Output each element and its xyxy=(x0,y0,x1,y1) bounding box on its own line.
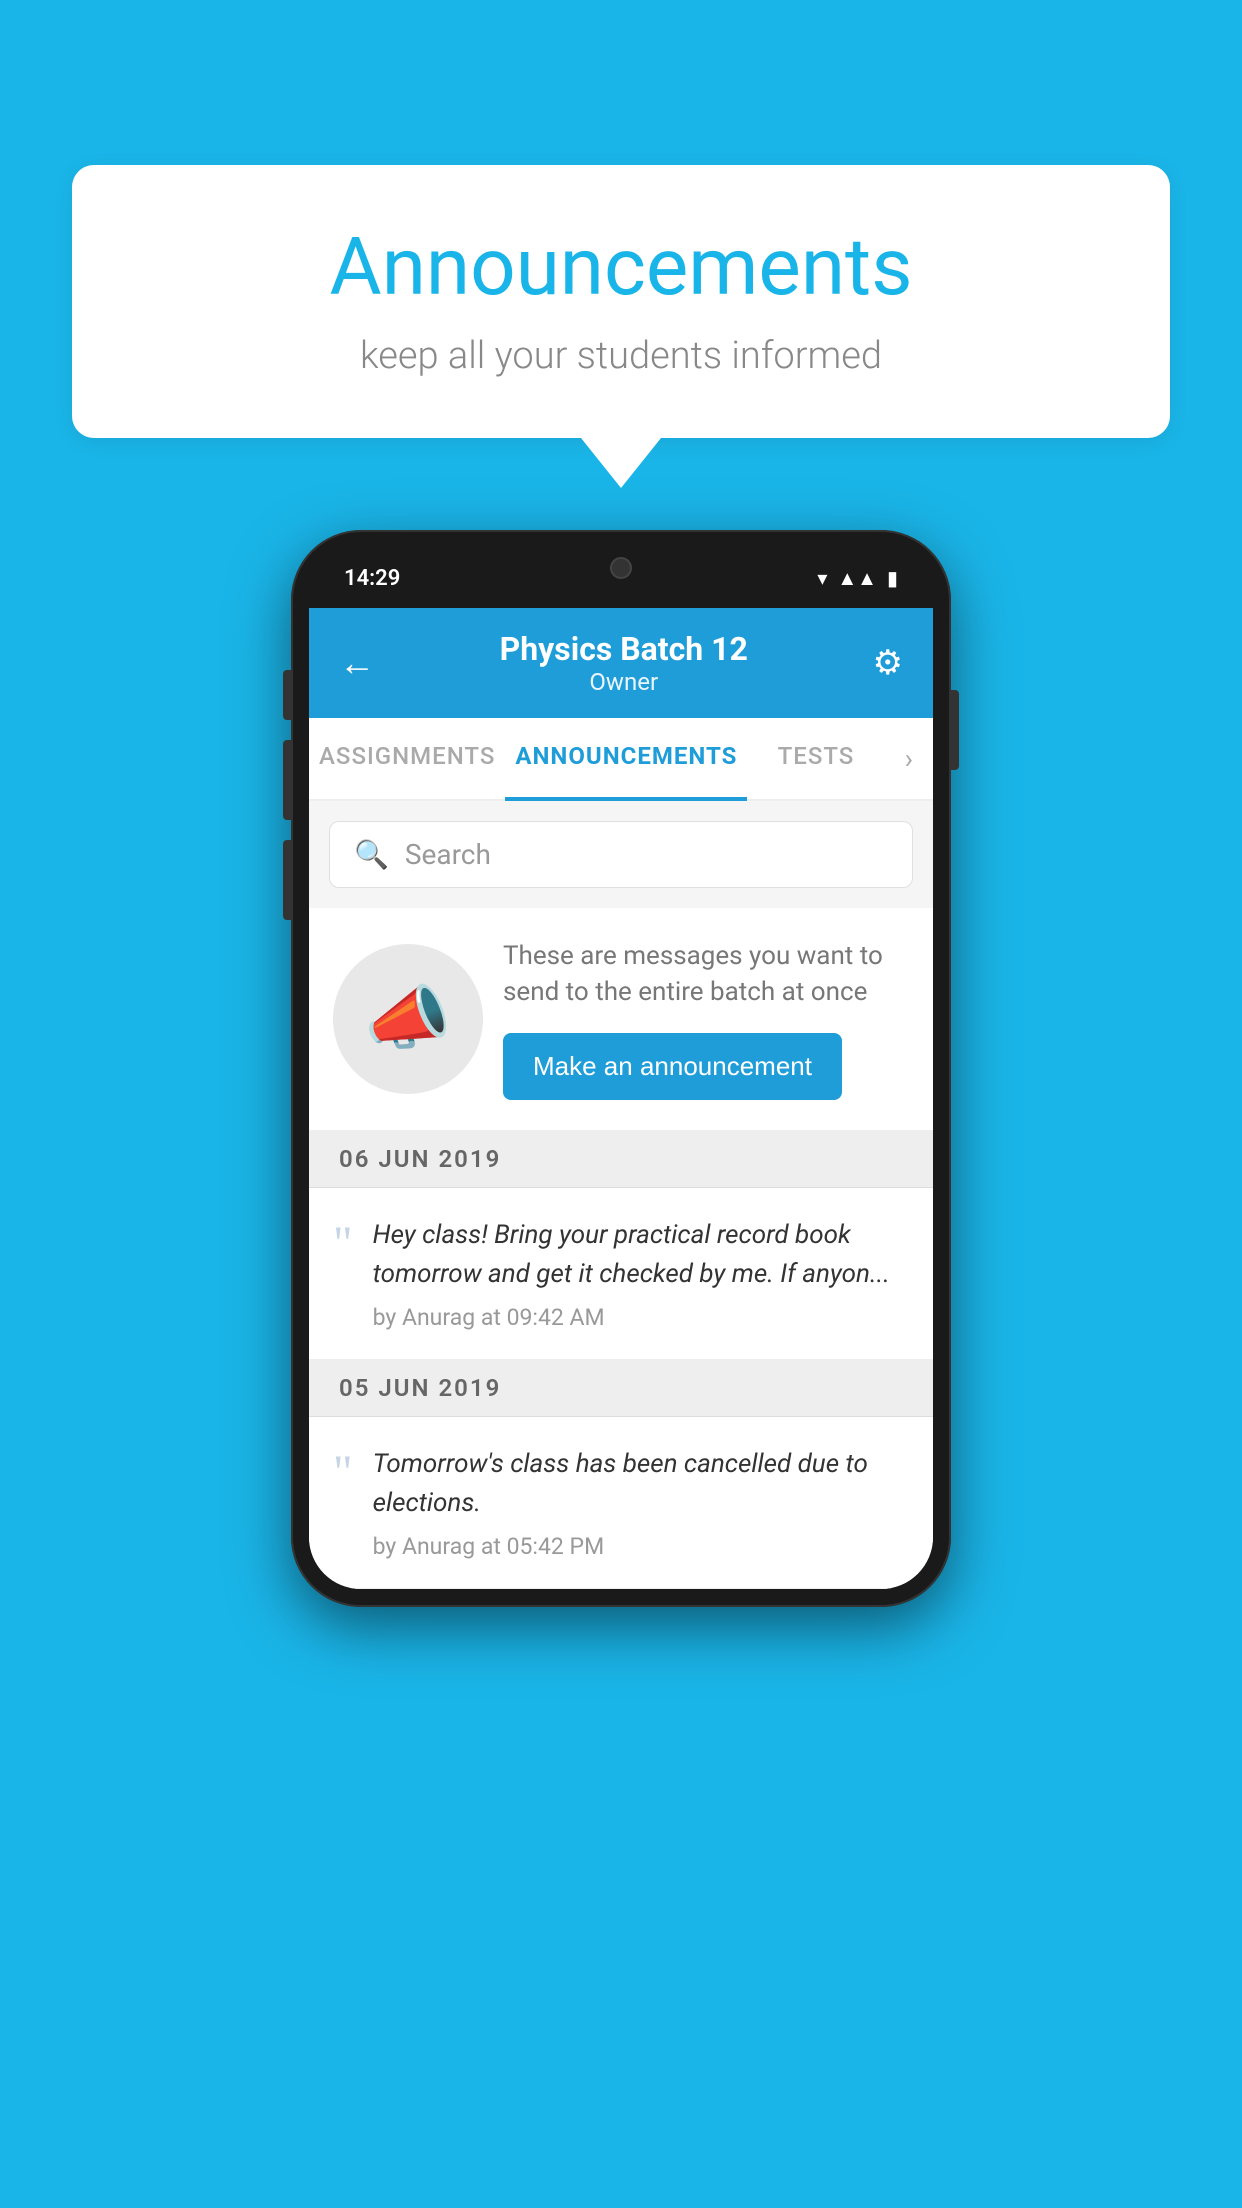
search-placeholder: Search xyxy=(405,838,491,871)
promo-right: These are messages you want to send to t… xyxy=(503,938,909,1100)
camera xyxy=(610,557,632,579)
promo-description: These are messages you want to send to t… xyxy=(503,938,909,1011)
batch-title: Physics Batch 12 xyxy=(500,630,748,668)
phone-mockup: 14:29 ▾ ▲▲ ▮ ← Physics Batch 12 Owner ⚙ xyxy=(291,530,951,1607)
promo-icon-circle: 📣 xyxy=(333,944,483,1094)
speech-bubble-section: Announcements keep all your students inf… xyxy=(72,165,1170,488)
back-button[interactable]: ← xyxy=(339,642,375,684)
search-wrapper: 🔍 Search xyxy=(309,801,933,908)
announcement-text-2: Tomorrow's class has been cancelled due … xyxy=(373,1445,909,1523)
power-button xyxy=(951,690,959,770)
speech-bubble: Announcements keep all your students inf… xyxy=(72,165,1170,438)
quote-icon-2: " xyxy=(333,1449,353,1497)
tab-announcements[interactable]: ANNOUNCEMENTS xyxy=(505,718,747,799)
promo-card: 📣 These are messages you want to send to… xyxy=(309,908,933,1131)
announcement-meta-2: by Anurag at 05:42 PM xyxy=(373,1533,909,1560)
bubble-subtitle: keep all your students informed xyxy=(132,334,1110,378)
date-separator-2: 05 JUN 2019 xyxy=(309,1360,933,1417)
announcement-meta-1: by Anurag at 09:42 AM xyxy=(373,1304,909,1331)
phone-frame: 14:29 ▾ ▲▲ ▮ ← Physics Batch 12 Owner ⚙ xyxy=(291,530,951,1607)
phone-notch xyxy=(541,548,701,588)
battery-icon: ▮ xyxy=(887,566,898,590)
bubble-title: Announcements xyxy=(132,220,1110,314)
wifi-icon: ▾ xyxy=(817,566,827,590)
status-time: 14:29 xyxy=(344,566,400,591)
announcement-item-1: " Hey class! Bring your practical record… xyxy=(309,1188,933,1360)
mute-button xyxy=(283,670,291,720)
make-announcement-button[interactable]: Make an announcement xyxy=(503,1033,842,1100)
status-icons: ▾ ▲▲ ▮ xyxy=(817,566,898,591)
quote-icon-1: " xyxy=(333,1220,353,1268)
tabs-more[interactable]: › xyxy=(885,718,933,799)
search-bar[interactable]: 🔍 Search xyxy=(329,821,913,888)
megaphone-icon: 📣 xyxy=(364,978,451,1060)
announcement-content-2: Tomorrow's class has been cancelled due … xyxy=(373,1445,909,1560)
owner-label: Owner xyxy=(500,668,748,696)
tab-tests[interactable]: TESTS xyxy=(747,718,884,799)
phone-screen: ← Physics Batch 12 Owner ⚙ ASSIGNMENTS A… xyxy=(309,608,933,1589)
date-separator-1: 06 JUN 2019 xyxy=(309,1131,933,1188)
status-bar: 14:29 ▾ ▲▲ ▮ xyxy=(309,548,933,608)
announcement-item-2: " Tomorrow's class has been cancelled du… xyxy=(309,1417,933,1589)
volume-down-button xyxy=(283,840,291,920)
bubble-arrow xyxy=(581,438,661,488)
app-header: ← Physics Batch 12 Owner ⚙ xyxy=(309,608,933,718)
tabs-bar: ASSIGNMENTS ANNOUNCEMENTS TESTS › xyxy=(309,718,933,801)
search-icon: 🔍 xyxy=(354,838,389,871)
settings-button[interactable]: ⚙ xyxy=(873,643,903,683)
header-center: Physics Batch 12 Owner xyxy=(500,630,748,696)
announcement-content-1: Hey class! Bring your practical record b… xyxy=(373,1216,909,1331)
signal-icon: ▲▲ xyxy=(837,566,877,591)
volume-up-button xyxy=(283,740,291,820)
tab-assignments[interactable]: ASSIGNMENTS xyxy=(309,718,505,799)
announcement-text-1: Hey class! Bring your practical record b… xyxy=(373,1216,909,1294)
